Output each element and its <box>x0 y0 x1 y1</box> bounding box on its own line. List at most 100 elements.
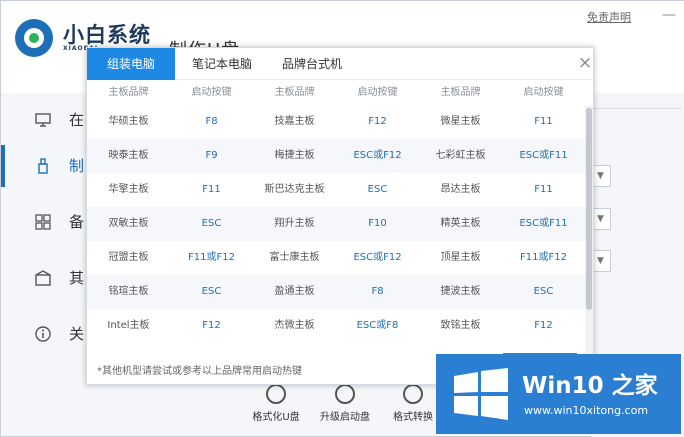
table-header: 主板品牌 启动按键 主板品牌 启动按键 主板品牌 启动按键 <box>87 81 585 105</box>
boot-key-cell: F11 <box>534 184 553 195</box>
board-brand-cell: 冠盟主板 <box>108 252 149 263</box>
sidebar-item-label: 备 <box>69 213 85 231</box>
table-row: 冠盟主板 F11或F12 富士康主板 ESC或F12 顶星主板 F11或F12 <box>87 241 585 275</box>
boot-key-cell: F8 <box>205 116 218 127</box>
boot-key-cell: F8 <box>371 286 384 297</box>
board-brand-cell: 梅捷主板 <box>274 150 315 161</box>
board-brand-cell: 映泰主板 <box>108 150 149 161</box>
tab-bar: 组装电脑 笔记本电脑 品牌台式机 × <box>87 48 593 80</box>
boot-key-cell: F10 <box>368 218 387 229</box>
tool-label: 格式转换 <box>393 412 433 423</box>
board-brand-cell: 双敏主板 <box>108 218 149 229</box>
scrollbar-thumb[interactable] <box>586 108 592 310</box>
boot-key-cell: ESC或F12 <box>353 150 402 161</box>
watermark-url: www.win10xitong.com <box>524 404 649 417</box>
board-brand-cell: 微星主板 <box>440 116 481 127</box>
board-brand-cell: 盈通主板 <box>274 286 315 297</box>
info-icon <box>35 326 51 342</box>
board-brand-cell: 昂达主板 <box>440 184 481 195</box>
box-icon <box>35 270 51 286</box>
column-header: 主板品牌 <box>274 87 315 98</box>
board-brand-cell: 致铭主板 <box>440 320 481 331</box>
column-header: 启动按键 <box>523 87 564 98</box>
disclaimer-link[interactable]: 免责声明 <box>587 9 631 25</box>
boot-key-cell: F11 <box>202 184 221 195</box>
table-row: 华擎主板 F11 斯巴达克主板 ESC 昂达主板 F11 <box>87 173 585 207</box>
tab-assembled-pc[interactable]: 组装电脑 <box>87 48 175 80</box>
column-header: 启动按键 <box>357 87 398 98</box>
windows-logo-icon <box>454 368 508 420</box>
board-brand-cell: 翔升主板 <box>274 218 315 229</box>
board-brand-cell: 斯巴达克主板 <box>264 184 325 195</box>
table-row: 铭瑄主板 ESC 盈通主板 F8 捷波主板 ESC <box>87 275 585 309</box>
boot-key-cell: ESC <box>201 286 222 297</box>
column-header: 主板品牌 <box>108 87 149 98</box>
sidebar-item-label: 制 <box>69 157 85 175</box>
sidebar-item-other[interactable]: 其 <box>1 251 91 305</box>
grid-icon <box>35 214 51 230</box>
convert-icon <box>403 384 423 404</box>
boot-key-cell: ESC <box>367 184 388 195</box>
tab-brand-desktop[interactable]: 品牌台式机 <box>267 48 357 80</box>
app-logo-icon <box>15 19 53 57</box>
sidebar-item-about[interactable]: 关 <box>1 307 91 361</box>
vertical-scrollbar[interactable] <box>585 106 593 368</box>
watermark: Win10 之家 www.win10xitong.com <box>436 354 681 434</box>
format-convert-button[interactable]: 格式转换 <box>383 381 443 437</box>
boot-key-cell: ESC或F8 <box>356 320 399 331</box>
boot-key-cell: ESC <box>201 218 222 229</box>
boot-key-cell: F9 <box>205 150 218 161</box>
sidebar-item-label: 其 <box>69 269 85 287</box>
divider <box>591 108 681 109</box>
board-brand-cell: Intel主板 <box>107 320 150 331</box>
board-brand-cell: 华擎主板 <box>108 184 149 195</box>
boot-key-cell: ESC或F11 <box>519 150 568 161</box>
tab-laptop[interactable]: 笔记本电脑 <box>177 48 267 80</box>
boot-key-dialog: 组装电脑 笔记本电脑 品牌台式机 × 主板品牌 启动按键 主板品牌 启动按键 主… <box>86 47 594 385</box>
boot-key-cell: ESC或F11 <box>519 218 568 229</box>
table-row: Intel主板 F12 杰微主板 ESC或F8 致铭主板 F12 <box>87 309 585 343</box>
board-brand-cell: 顶星主板 <box>440 252 481 263</box>
upgrade-boot-disk-button[interactable]: 升级启动盘 <box>315 381 375 437</box>
column-header: 启动按键 <box>191 87 232 98</box>
board-brand-cell: 杰微主板 <box>274 320 315 331</box>
upgrade-icon <box>335 384 355 404</box>
sidebar-item-backup[interactable]: 备 <box>1 195 91 249</box>
boot-key-cell: ESC <box>533 286 554 297</box>
column-header: 主板品牌 <box>440 87 481 98</box>
monitor-icon <box>35 113 51 127</box>
boot-key-cell: F11或F12 <box>188 252 235 263</box>
tool-label: 升级启动盘 <box>320 412 370 423</box>
sidebar-item-label: 在 <box>69 111 85 129</box>
format-icon <box>266 384 286 404</box>
boot-key-cell: F11或F12 <box>520 252 567 263</box>
board-brand-cell: 铭瑄主板 <box>108 286 149 297</box>
board-brand-cell: 富士康主板 <box>269 252 320 263</box>
sidebar-item-label: 关 <box>69 325 85 343</box>
footnote: *其他机型请尝试或参考以上品牌常用启动热键 <box>97 366 302 377</box>
board-brand-cell: 七彩虹主板 <box>435 150 486 161</box>
board-brand-cell: 精英主板 <box>440 218 481 229</box>
dropdown-arrow-icon[interactable]: ▼ <box>591 250 611 272</box>
boot-key-cell: F11 <box>534 116 553 127</box>
sidebar-item-make-usb[interactable]: 制 <box>1 139 91 193</box>
dropdown-arrow-icon[interactable]: ▼ <box>591 165 611 187</box>
watermark-title: Win10 之家 <box>522 373 658 399</box>
minimize-button[interactable]: — <box>661 7 677 23</box>
usb-icon <box>38 158 48 174</box>
board-brand-cell: 技嘉主板 <box>274 116 315 127</box>
tool-label: 格式化U盘 <box>252 412 300 423</box>
table-row: 映泰主板 F9 梅捷主板 ESC或F12 七彩虹主板 ESC或F11 <box>87 139 585 173</box>
table-row: 华硕主板 F8 技嘉主板 F12 微星主板 F11 <box>87 105 585 139</box>
boot-key-cell: F12 <box>368 116 387 127</box>
board-brand-cell: 捷波主板 <box>440 286 481 297</box>
close-icon[interactable]: × <box>577 55 593 72</box>
boot-key-cell: F12 <box>202 320 221 331</box>
boot-key-cell: ESC或F12 <box>353 252 402 263</box>
sidebar: 在 制 备 其 关 <box>1 93 91 437</box>
format-usb-button[interactable]: 格式化U盘 <box>246 381 306 437</box>
board-brand-cell: 华硕主板 <box>108 116 149 127</box>
table-row: 双敏主板 ESC 翔升主板 F10 精英主板 ESC或F11 <box>87 207 585 241</box>
dropdown-arrow-icon[interactable]: ▼ <box>591 208 611 230</box>
boot-key-cell: F12 <box>534 320 553 331</box>
